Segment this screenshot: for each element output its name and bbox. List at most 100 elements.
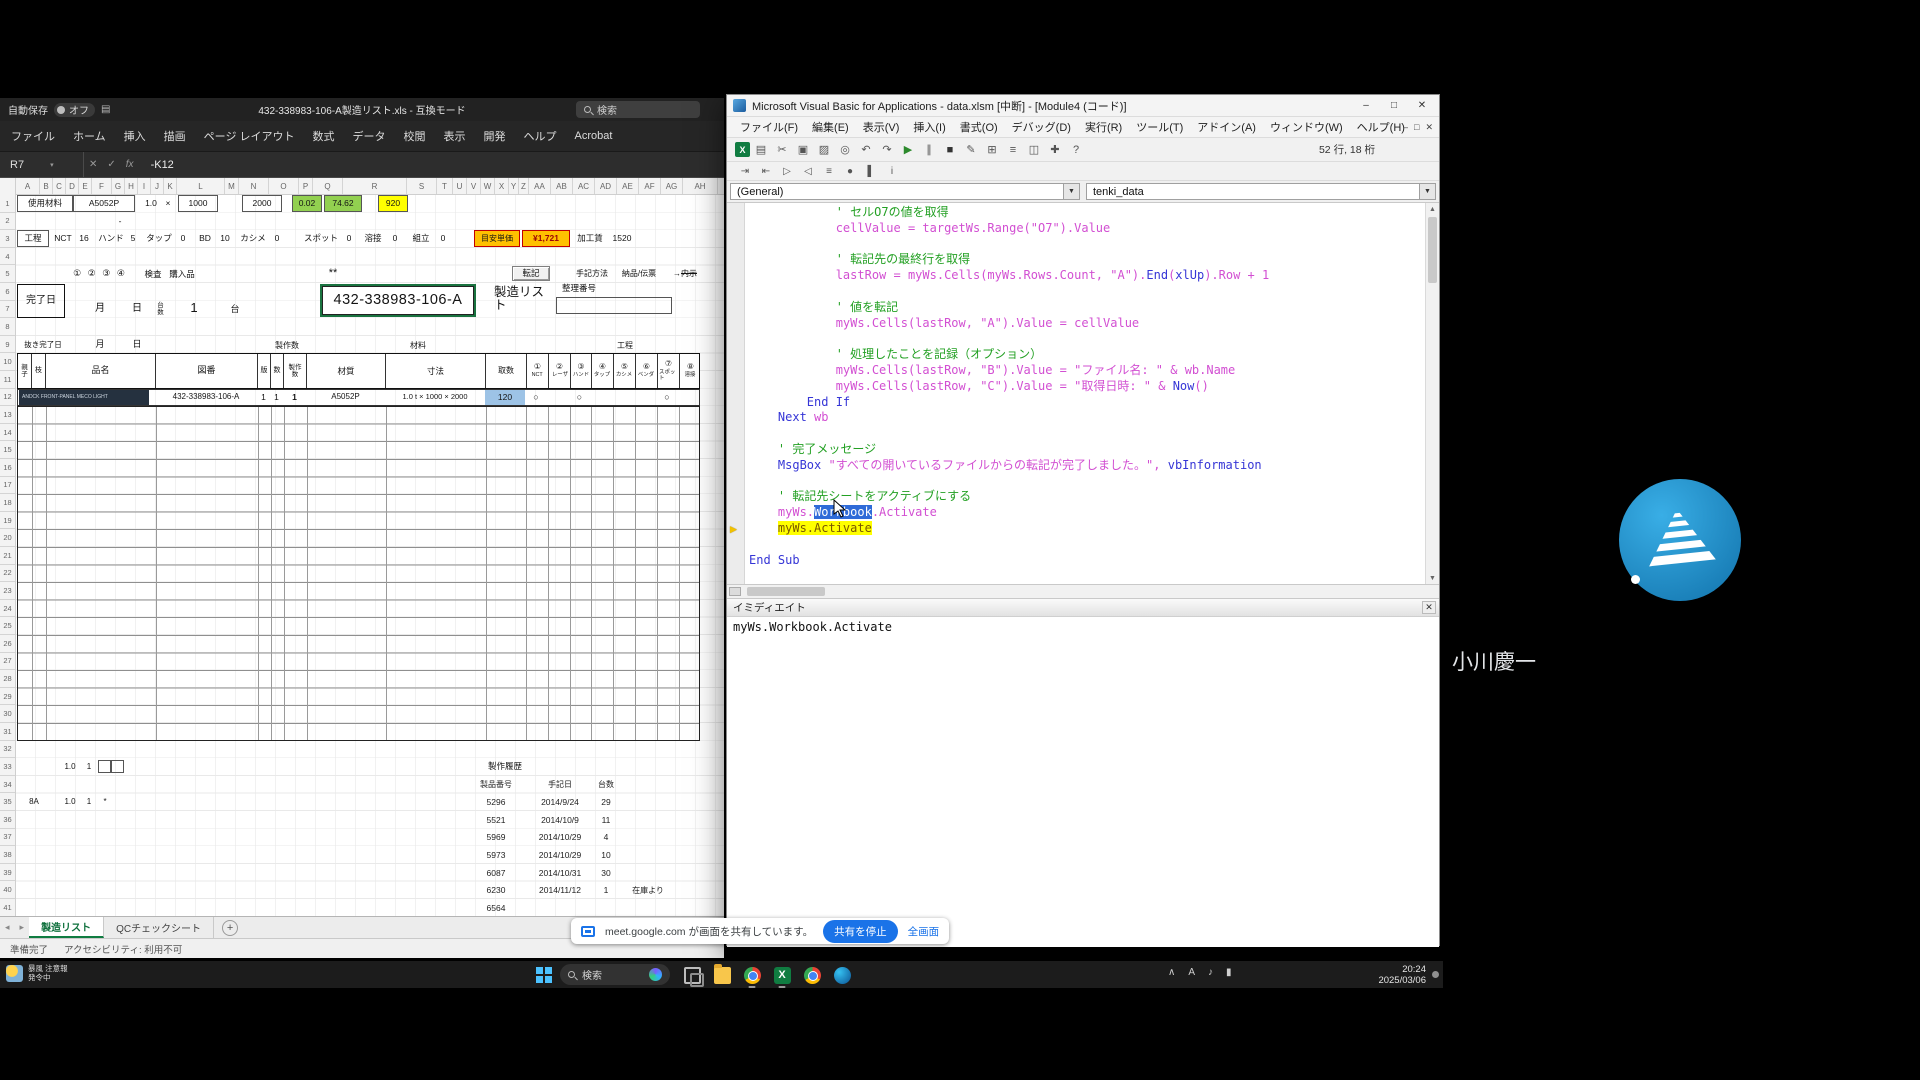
cut-icon[interactable]: ✂	[772, 141, 792, 159]
menu-item[interactable]: 書式(O)	[953, 117, 1005, 137]
proc-name[interactable]: カシメ	[238, 230, 268, 247]
ribbon-tab[interactable]: ファイル	[2, 121, 64, 151]
cell-fee[interactable]: 1520	[608, 230, 636, 247]
th-make[interactable]: 製作数	[284, 354, 307, 387]
row-header[interactable]: 41	[0, 899, 15, 916]
scrollbar-thumb[interactable]	[1428, 217, 1437, 283]
split-box[interactable]	[729, 587, 741, 596]
proc-name[interactable]: BD	[196, 230, 214, 247]
cell-r35-b[interactable]: 1	[84, 793, 94, 810]
section-process[interactable]: 工程	[610, 337, 640, 354]
cell-month2[interactable]: 月	[92, 336, 108, 353]
widgets-button[interactable]: 暴風 注意報発令中	[6, 964, 68, 982]
ribbon-tab[interactable]: 数式	[304, 121, 344, 151]
object-browser-icon[interactable]: ◫	[1024, 141, 1044, 159]
row-header[interactable]: 8	[0, 318, 15, 336]
taskbar-clock[interactable]: 20:24 2025/03/06	[1340, 964, 1426, 986]
row-header[interactable]: 18	[0, 494, 15, 512]
row-header[interactable]: 11	[0, 371, 15, 389]
stop-sharing-button[interactable]: 共有を停止	[823, 920, 898, 943]
row-header[interactable]: 5	[0, 265, 15, 283]
cancel-icon[interactable]: ✕	[84, 159, 102, 170]
th-qty[interactable]: 数	[271, 354, 284, 387]
ribbon-tab[interactable]: 開発	[475, 121, 515, 151]
history-cell[interactable]: 2014/10/9	[525, 811, 595, 829]
cell-times[interactable]: ×	[162, 195, 174, 212]
small-box-1[interactable]	[98, 760, 111, 773]
history-cell[interactable]: 2014/10/29	[525, 829, 595, 847]
row-header[interactable]: 22	[0, 565, 15, 583]
cell-r35-star[interactable]: *	[100, 793, 110, 810]
tab-nav-right-icon[interactable]: ▸	[15, 922, 30, 933]
history-cell[interactable]: 1	[587, 881, 625, 899]
code-line[interactable]: myWs.Cells(lastRow, "A").Value = cellVal…	[749, 316, 1423, 332]
row-header[interactable]: 13	[0, 406, 15, 424]
margin-icon[interactable]: ▌	[861, 162, 881, 180]
row-header[interactable]: 23	[0, 582, 15, 600]
row-header[interactable]: 39	[0, 864, 15, 882]
cell-rate[interactable]: 0.02	[292, 195, 322, 212]
row-header[interactable]: 1	[0, 195, 15, 213]
ribbon-tab[interactable]: 挿入	[115, 121, 155, 151]
autosave-toggle[interactable]: オフ	[54, 103, 95, 117]
taskbar-search[interactable]: 検索	[560, 964, 670, 985]
small-box-2[interactable]	[111, 760, 124, 773]
code-line[interactable]: cellValue = targetWs.Range("O7").Value	[749, 221, 1423, 237]
history-cell[interactable]: 5521	[461, 811, 531, 829]
cell-material[interactable]: A5052P	[73, 195, 135, 212]
row-header[interactable]: 17	[0, 477, 15, 495]
combo-dropdown-icon[interactable]: ▼	[1419, 184, 1435, 199]
menu-item[interactable]: ウィンドウ(W)	[1263, 117, 1350, 137]
proc-value[interactable]: 0	[438, 230, 448, 247]
taskbar-app-file-explorer[interactable]	[710, 964, 734, 986]
cell-height[interactable]: 2000	[242, 195, 282, 212]
row-header[interactable]: 29	[0, 688, 15, 706]
formula-input[interactable]: -K12	[139, 159, 174, 171]
cell-punch-label[interactable]: 抜き完了日	[17, 336, 69, 353]
cell-width[interactable]: 1000	[178, 195, 218, 212]
code-line[interactable]: myWs.Cells(lastRow, "B").Value = "ファイル名:…	[749, 363, 1423, 379]
help-icon[interactable]: ?	[1066, 141, 1086, 159]
code-line[interactable]: ' 転記先シートをアクティブにする	[749, 489, 1423, 505]
cell-units-label[interactable]: 台数	[156, 298, 165, 320]
history-cell[interactable]: 5296	[461, 793, 531, 811]
history-cell[interactable]: 2014/11/12	[525, 881, 595, 899]
cell-day[interactable]: 日	[129, 301, 145, 318]
row-header[interactable]: 10	[0, 353, 15, 371]
sheet-tab-qc[interactable]: QCチェックシート	[104, 917, 214, 938]
history-cell[interactable]: 30	[587, 864, 625, 882]
quick-info-icon[interactable]: i	[882, 162, 902, 180]
sheet-tab-active[interactable]: 製造リスト	[29, 917, 104, 938]
cell-fee-label[interactable]: 加工賃	[574, 230, 606, 247]
proc-name[interactable]: ハンド	[96, 230, 126, 247]
code-line[interactable]: ' セルO7の値を取得	[749, 205, 1423, 221]
proc-value[interactable]: 16	[76, 230, 92, 247]
namebox-dropdown-icon[interactable]: ▾	[50, 161, 54, 169]
break-icon[interactable]: ∥	[919, 141, 939, 159]
history-cell[interactable]: 5973	[461, 846, 531, 864]
fullscreen-link[interactable]: 全画面	[908, 924, 940, 939]
cell-r35-p[interactable]: 8A	[25, 793, 43, 810]
history-cell[interactable]: 10	[587, 846, 625, 864]
history-cell[interactable]: 6087	[461, 864, 531, 882]
breakpoint-icon[interactable]: ●	[840, 162, 860, 180]
row-header[interactable]: 31	[0, 723, 15, 741]
history-cell[interactable]: 6230	[461, 881, 531, 899]
row-header[interactable]: 35	[0, 793, 15, 811]
ribbon-tab[interactable]: 描画	[155, 121, 195, 151]
save-icon[interactable]: ▤	[101, 104, 110, 115]
cell-circles[interactable]: ① ② ③ ④	[58, 265, 142, 282]
close-button[interactable]: ✕	[1409, 97, 1435, 114]
cell-units[interactable]: 1	[182, 299, 206, 316]
code-line[interactable]	[749, 537, 1423, 553]
child-minimize-icon[interactable]: –	[1403, 122, 1408, 133]
row-header[interactable]: 25	[0, 617, 15, 635]
code-line[interactable]: ' 値を転記	[749, 300, 1423, 316]
row-header[interactable]: 12	[0, 389, 15, 407]
child-restore-icon[interactable]: □	[1414, 122, 1419, 133]
toolbox-icon[interactable]: ✚	[1045, 141, 1065, 159]
menu-item[interactable]: デバッグ(D)	[1005, 117, 1078, 137]
code-line[interactable]: MsgBox "すべての開いているファイルからの転記が完了しました。", vbI…	[749, 458, 1423, 474]
taskbar-app-chrome-profile-2[interactable]	[800, 964, 824, 986]
th-name[interactable]: 品名	[46, 354, 156, 387]
